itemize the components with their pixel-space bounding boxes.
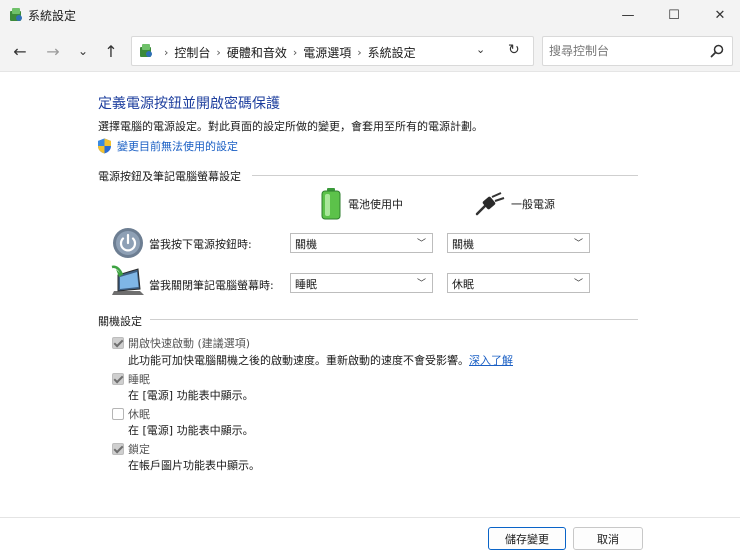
lock-checkbox[interactable] — [112, 443, 124, 455]
save-changes-button[interactable]: 儲存變更 — [488, 527, 566, 550]
change-settings-link-row[interactable]: 變更目前無法使用的設定 — [97, 138, 238, 154]
learn-more-link[interactable]: 深入了解 — [469, 354, 513, 367]
page-description: 選擇電腦的電源設定。對此頁面的設定所做的變更，會套用至所有的電源計劃。 — [98, 120, 483, 133]
uac-shield-icon — [98, 138, 111, 154]
breadcrumb-item-control-panel[interactable]: 控制台 — [174, 44, 210, 61]
power-button-icon — [113, 228, 143, 258]
battery-column-header: 電池使用中 — [320, 188, 403, 220]
select-value: 關機 — [452, 238, 474, 251]
lock-label: 鎖定 — [128, 443, 150, 456]
hibernate-checkbox[interactable] — [112, 408, 124, 420]
control-panel-icon — [140, 44, 152, 57]
lock-description: 在帳戶圖片功能表中顯示。 — [128, 459, 260, 472]
footer-divider — [0, 517, 740, 518]
fast-startup-checkbox[interactable] — [112, 337, 124, 349]
search-box[interactable] — [542, 36, 733, 66]
power-button-battery-select[interactable]: 關機 ﹀ — [290, 233, 433, 253]
breadcrumb-item-system-settings[interactable]: 系統設定 — [368, 44, 416, 61]
recent-locations-button[interactable]: ⌄ — [70, 38, 96, 64]
fast-startup-description: 此功能可加快電腦關機之後的啟動速度。重新啟動的速度不會受影響。深入了解 — [128, 352, 513, 368]
breadcrumb: › 控制台 › 硬體和音效 › 電源選項 › 系統設定 — [158, 44, 416, 61]
select-value: 休眠 — [452, 278, 474, 291]
arrow-up-icon: ↑ — [104, 41, 118, 61]
chevron-down-icon: ﹀ — [416, 279, 426, 289]
lid-close-action-label: 當我關閉筆記電腦螢幕時: — [149, 279, 274, 292]
breadcrumb-separator[interactable]: › — [293, 46, 297, 59]
chevron-down-icon: ﹀ — [573, 279, 583, 289]
breadcrumb-separator[interactable]: › — [216, 46, 220, 59]
search-icon[interactable] — [709, 43, 725, 59]
select-value: 關機 — [295, 238, 317, 251]
address-bar[interactable]: › 控制台 › 硬體和音效 › 電源選項 › 系統設定 ⌄ ↻ — [131, 36, 534, 66]
page-title: 定義電源按鈕並開啟密碼保護 — [98, 96, 280, 112]
control-panel-icon — [10, 8, 22, 21]
battery-icon — [321, 188, 341, 220]
power-section-title: 電源按鈕及筆記電腦螢幕設定 — [98, 170, 241, 183]
plugged-column-header: 一般電源 — [475, 192, 555, 216]
up-button[interactable]: ↑ — [98, 38, 124, 64]
forward-button[interactable]: → — [40, 38, 66, 64]
title-bar: 系統設定 — ☐ ✕ — [0, 0, 740, 30]
sleep-checkbox[interactable] — [112, 373, 124, 385]
lid-close-plugged-select[interactable]: 休眠 ﹀ — [447, 273, 590, 293]
plugged-column-label: 一般電源 — [511, 198, 555, 211]
fast-startup-description-text: 此功能可加快電腦關機之後的啟動速度。重新啟動的速度不會受影響。 — [128, 354, 469, 367]
arrow-left-icon: ← — [13, 41, 27, 61]
lid-close-battery-select[interactable]: 睡眠 ﹀ — [290, 273, 433, 293]
sleep-description: 在 [電源] 功能表中顯示。 — [128, 389, 254, 402]
breadcrumb-item-hardware-sound[interactable]: 硬體和音效 — [227, 44, 287, 61]
breadcrumb-separator: › — [164, 46, 169, 59]
chevron-down-icon: ⌄ — [77, 44, 89, 58]
navigation-bar: ← → ⌄ ↑ › 控制台 › 硬體和音效 › 電源選項 › 系統設定 ⌄ ↻ — [0, 30, 740, 72]
chevron-down-icon: ﹀ — [416, 239, 426, 249]
refresh-icon[interactable]: ↻ — [508, 42, 526, 58]
window-title: 系統設定 — [28, 9, 77, 23]
chevron-down-icon: ﹀ — [573, 239, 583, 249]
breadcrumb-separator[interactable]: › — [357, 46, 361, 59]
arrow-right-icon: → — [46, 41, 60, 61]
laptop-lid-icon — [111, 265, 144, 295]
search-input[interactable] — [549, 42, 699, 60]
address-dropdown-icon[interactable]: ⌄ — [476, 43, 492, 56]
select-value: 睡眠 — [295, 278, 317, 291]
cancel-button[interactable]: 取消 — [573, 527, 643, 550]
breadcrumb-item-power-options[interactable]: 電源選項 — [303, 44, 351, 61]
minimize-button[interactable]: — — [604, 0, 652, 30]
back-button[interactable]: ← — [7, 38, 33, 64]
minimize-icon: — — [621, 7, 635, 23]
hibernate-description: 在 [電源] 功能表中顯示。 — [128, 424, 254, 437]
maximize-icon: ☐ — [668, 7, 680, 23]
battery-column-label: 電池使用中 — [348, 198, 403, 211]
section-divider — [150, 319, 638, 320]
change-unavailable-settings-link[interactable]: 變更目前無法使用的設定 — [117, 138, 238, 154]
power-button-plugged-select[interactable]: 關機 ﹀ — [447, 233, 590, 253]
close-icon: ✕ — [714, 7, 726, 23]
maximize-button[interactable]: ☐ — [650, 0, 698, 30]
power-button-action-label: 當我按下電源按鈕時: — [149, 238, 252, 251]
shutdown-section-title: 關機設定 — [98, 315, 142, 328]
fast-startup-label: 開啟快速啟動 (建議選項) — [128, 337, 251, 350]
power-plug-icon — [475, 192, 505, 216]
sleep-label: 睡眠 — [128, 373, 150, 386]
close-button[interactable]: ✕ — [696, 0, 740, 30]
section-divider — [252, 175, 638, 176]
hibernate-label: 休眠 — [128, 408, 150, 421]
